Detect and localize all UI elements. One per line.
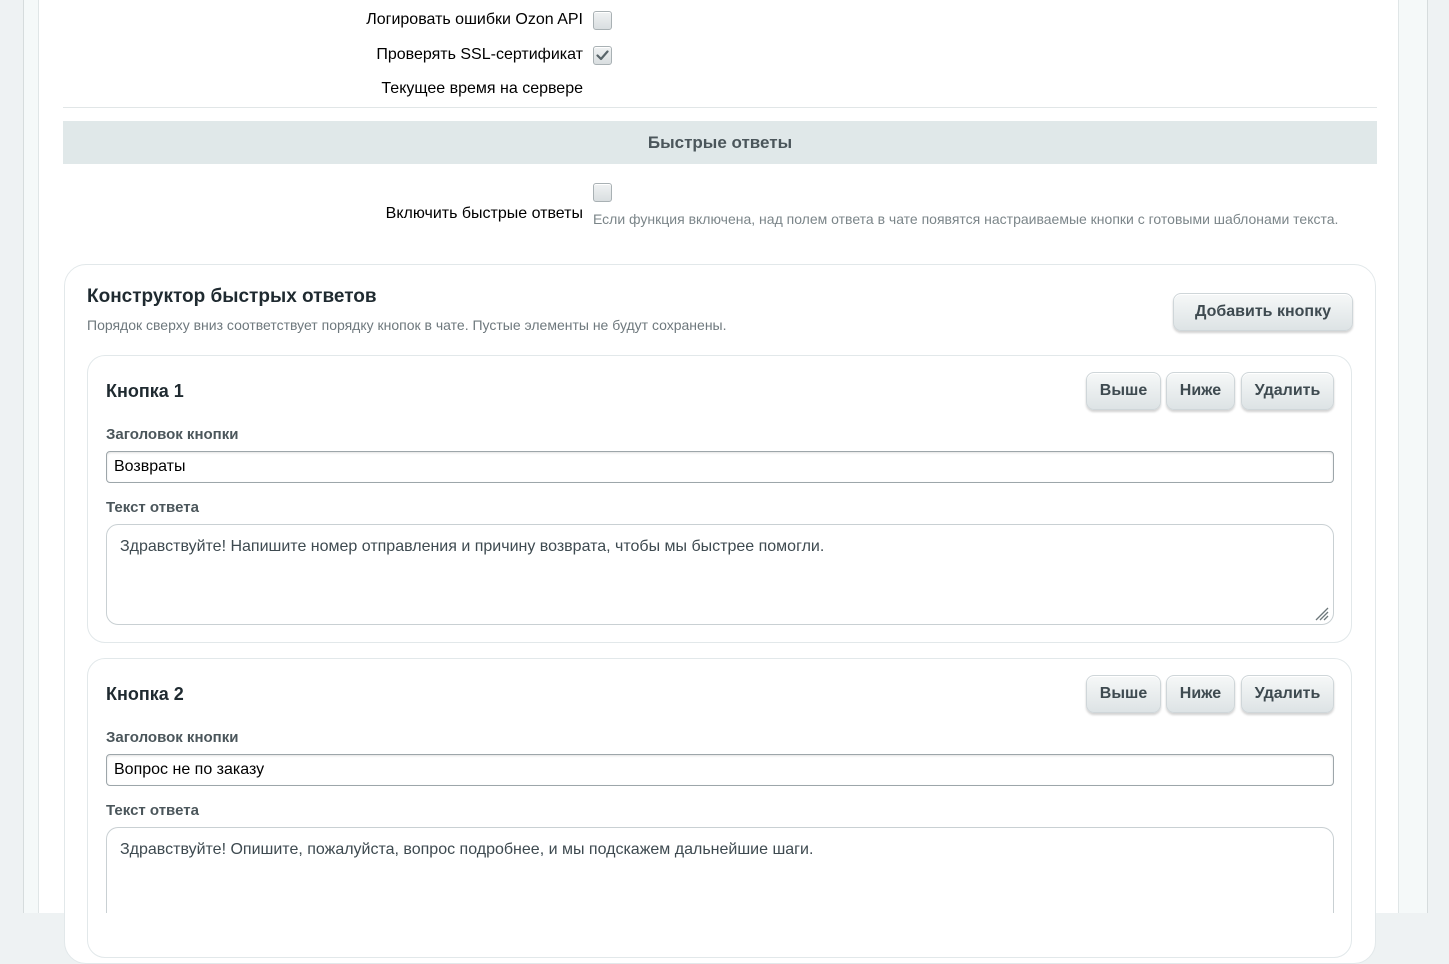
reply-text-area[interactable]: Здравствуйте! Напишите номер отправления… (106, 524, 1334, 625)
title-input[interactable]: Возвраты (106, 451, 1334, 483)
title-input[interactable]: Вопрос не по заказу (106, 754, 1334, 786)
reply-text-value: Здравствуйте! Опишите, пожалуйста, вопро… (120, 841, 814, 858)
reply-card-title: Кнопка 2 (106, 684, 184, 704)
text-field-label: Текст ответа (106, 802, 199, 819)
verify-ssl-label: Проверять SSL-сертификат (376, 46, 583, 63)
builder-title: Конструктор быстрых ответов (87, 286, 377, 307)
move-up-button[interactable]: Выше (1086, 372, 1161, 410)
title-field-label: Заголовок кнопки (106, 426, 239, 443)
builder-subtitle: Порядок сверху вниз соответствует порядк… (87, 317, 727, 333)
resize-grip-icon[interactable] (1313, 605, 1329, 621)
log-errors-checkbox[interactable] (593, 11, 612, 30)
add-button[interactable]: Добавить кнопку (1173, 293, 1353, 331)
server-time-label: Текущее время на сервере (381, 80, 583, 97)
reply-text-area[interactable]: Здравствуйте! Опишите, пожалуйста, вопро… (106, 827, 1334, 913)
delete-button[interactable]: Удалить (1241, 372, 1334, 410)
divider (63, 107, 1377, 108)
verify-ssl-checkbox[interactable] (593, 46, 612, 65)
move-down-button[interactable]: Ниже (1166, 372, 1235, 410)
enable-quick-replies-hint: Если функция включена, над полем ответа … (593, 211, 1339, 227)
move-up-button[interactable]: Выше (1086, 675, 1161, 713)
reply-text-value: Здравствуйте! Напишите номер отправления… (120, 538, 825, 555)
log-errors-label: Логировать ошибки Ozon API (366, 11, 583, 28)
delete-button[interactable]: Удалить (1241, 675, 1334, 713)
checkmark-icon (596, 50, 609, 61)
reply-card-title: Кнопка 1 (106, 381, 184, 401)
section-title: Быстрые ответы (63, 121, 1377, 164)
enable-quick-replies-label: Включить быстрые ответы (385, 205, 583, 222)
text-field-label: Текст ответа (106, 499, 199, 516)
enable-quick-replies-checkbox[interactable] (593, 183, 612, 202)
reply-card (87, 658, 1352, 958)
move-down-button[interactable]: Ниже (1166, 675, 1235, 713)
title-field-label: Заголовок кнопки (106, 729, 239, 746)
